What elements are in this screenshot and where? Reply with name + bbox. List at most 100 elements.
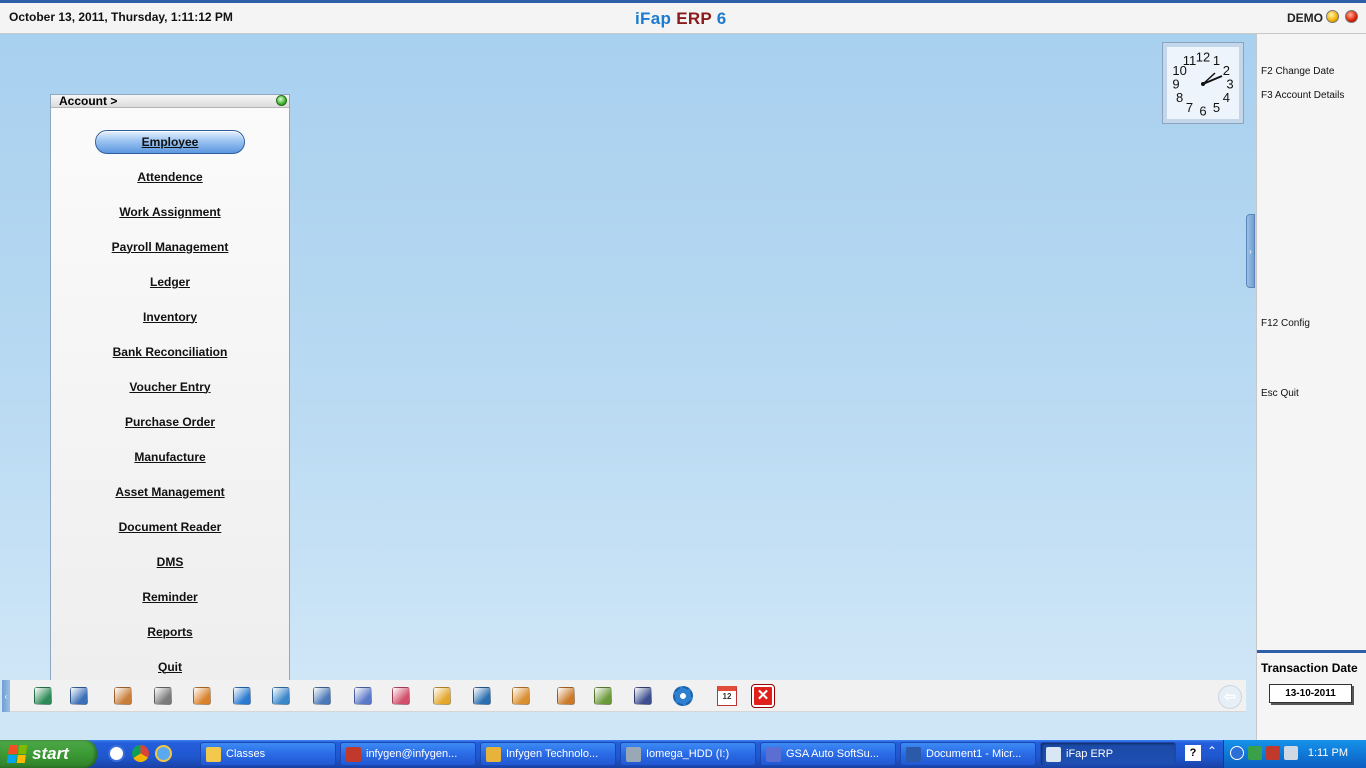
cart-icon[interactable] — [231, 685, 253, 707]
menu-item-dms[interactable]: DMS — [153, 555, 188, 569]
people-icon-glyph — [114, 687, 132, 705]
window-icon[interactable] — [311, 685, 333, 707]
clock-numeral: 8 — [1176, 90, 1183, 105]
transaction-date-field[interactable]: 13-10-2011 — [1269, 684, 1352, 703]
side-collapse-tab[interactable]: › — [1246, 214, 1255, 288]
menu-row: Payroll Management — [51, 229, 289, 264]
menu-row: Purchase Order — [51, 404, 289, 439]
save-icon[interactable] — [632, 685, 654, 707]
start-button[interactable]: start — [0, 740, 97, 768]
checklist-icon[interactable] — [592, 685, 614, 707]
chevron-icon[interactable]: ⌃ — [1207, 744, 1217, 758]
stack-icon[interactable] — [32, 685, 54, 707]
folder-tree-icon[interactable] — [431, 685, 453, 707]
account-menu-panel: Account > Employee Attendence Work Assignm… — [50, 94, 290, 693]
calendar-icon-glyph: 12 — [717, 686, 737, 706]
taskbar-item-classes[interactable]: Classes — [200, 742, 336, 766]
shortcut-quit[interactable]: Esc Quit — [1261, 388, 1299, 399]
gear-cluster-icon[interactable] — [152, 685, 174, 707]
taskbar-item-infygen-technolo[interactable]: Infygen Technolo... — [480, 742, 616, 766]
menu-item-attendence[interactable]: Attendence — [133, 170, 206, 184]
shortcut-change-date[interactable]: F2 Change Date — [1261, 66, 1334, 77]
menu-item-ledger[interactable]: Ledger — [146, 275, 194, 289]
stopwatch-icon[interactable] — [555, 685, 577, 707]
tray-network-icon[interactable] — [1284, 746, 1298, 760]
shortcut-config[interactable]: F12 Config — [1261, 318, 1310, 329]
menu-item-manufacture[interactable]: Manufacture — [130, 450, 209, 464]
clock-numeral: 9 — [1172, 77, 1179, 92]
menu-row: Ledger — [51, 264, 289, 299]
current-datetime: October 13, 2011, Thursday, 1:11:12 PM — [9, 10, 233, 24]
user-icon[interactable] — [68, 685, 90, 707]
menu-item-reports[interactable]: Reports — [143, 625, 196, 639]
word-icon — [906, 746, 921, 762]
menu-item-payroll-management[interactable]: Payroll Management — [108, 240, 233, 254]
gear-cluster-icon-glyph — [154, 687, 172, 705]
chart-icon-glyph — [392, 687, 410, 705]
folder-tree-icon-glyph — [433, 687, 451, 705]
clock-numeral: 1 — [1213, 53, 1220, 68]
workspace: Account > Employee Attendence Work Assignm… — [0, 34, 1256, 693]
book-icon[interactable] — [191, 685, 213, 707]
menu-item-document-reader[interactable]: Document Reader — [115, 520, 226, 534]
refresh-icon[interactable] — [270, 685, 292, 707]
network-icon[interactable] — [471, 685, 493, 707]
menu-item-quit[interactable]: Quit — [154, 660, 186, 674]
menu-item-employee[interactable]: Employee — [95, 129, 245, 154]
taskbar-item-document1-micr[interactable]: Document1 - Micr... — [900, 742, 1036, 766]
menu-item-voucher-entry[interactable]: Voucher Entry — [125, 380, 214, 394]
tray-shield-icon[interactable] — [1248, 746, 1262, 760]
menu-item-inventory[interactable]: Inventory — [139, 310, 201, 324]
network-icon-glyph — [473, 687, 491, 705]
settings-icon[interactable] — [672, 685, 694, 707]
chrome-quicklaunch-icon[interactable] — [132, 745, 149, 762]
minimize-button[interactable] — [1326, 10, 1339, 23]
menu-row: DMS — [51, 544, 289, 579]
calendar-icon[interactable]: 12 — [716, 685, 738, 707]
menu-row: Bank Reconciliation — [51, 334, 289, 369]
account-menu: Employee Attendence Work Assignment Payroll… — [51, 108, 289, 684]
taskbar-item-iomega-hdd-i[interactable]: Iomega_HDD (I:) — [620, 742, 756, 766]
user-icon-glyph — [70, 687, 88, 705]
app-title-erp: ERP — [676, 9, 712, 28]
menu-item-bank-reconciliation[interactable]: Bank Reconciliation — [109, 345, 232, 359]
clock-time[interactable]: 1:11 PM — [1308, 747, 1348, 759]
toolbar-collapse-tab[interactable]: ‹ — [2, 680, 10, 712]
close-button[interactable] — [1345, 10, 1358, 23]
clock-numeral: 11 — [1183, 53, 1197, 68]
clock-numeral: 7 — [1186, 100, 1193, 115]
menu-row: Employee — [51, 124, 289, 159]
taskbar-item-ifap-erp[interactable]: iFap ERP — [1040, 742, 1176, 766]
start-label: start — [32, 744, 69, 763]
menu-item-work-assignment[interactable]: Work Assignment — [115, 205, 224, 219]
box-icon-glyph — [512, 687, 530, 705]
user-label: DEMO — [1287, 11, 1323, 25]
people-icon[interactable] — [112, 685, 134, 707]
status-indicator-icon[interactable] — [276, 95, 287, 106]
box-icon[interactable] — [510, 685, 532, 707]
settings-icon-glyph — [673, 686, 693, 706]
menu-item-reminder[interactable]: Reminder — [138, 590, 201, 604]
back-arrow-icon[interactable]: ⇦ — [1218, 685, 1242, 709]
tray-back-icon[interactable] — [1230, 746, 1244, 760]
close-icon[interactable]: ✕ — [751, 684, 775, 708]
menu-row: Reports — [51, 614, 289, 649]
app-title: iFap ERP 6 — [635, 9, 727, 29]
clock-numeral: 12 — [1196, 50, 1210, 65]
folder-icon — [206, 746, 221, 762]
menu-row: Asset Management — [51, 474, 289, 509]
menu-item-asset-management[interactable]: Asset Management — [111, 485, 228, 499]
ie-quicklaunch-icon[interactable] — [155, 745, 172, 762]
menu-row: Quit — [51, 649, 289, 684]
taskbar-item-gsa-auto-softsu[interactable]: GSA Auto SoftSu... — [760, 742, 896, 766]
tray-language-icon[interactable] — [1266, 746, 1280, 760]
help-icon[interactable]: ? — [1185, 745, 1201, 761]
taskbar-item-infygen-infygen[interactable]: infygen@infygen... — [340, 742, 476, 766]
analog-clock: 12 1 2 3 4 5 6 7 8 9 10 11 — [1162, 42, 1244, 124]
quicklaunch-app-icon[interactable] — [108, 745, 125, 762]
document-icon[interactable] — [352, 685, 374, 707]
menu-item-purchase-order[interactable]: Purchase Order — [121, 415, 219, 429]
chart-icon[interactable] — [390, 685, 412, 707]
taskbar-item-label: Iomega_HDD (I:) — [646, 748, 730, 760]
shortcut-account-details[interactable]: F3 Account Details — [1261, 90, 1344, 101]
